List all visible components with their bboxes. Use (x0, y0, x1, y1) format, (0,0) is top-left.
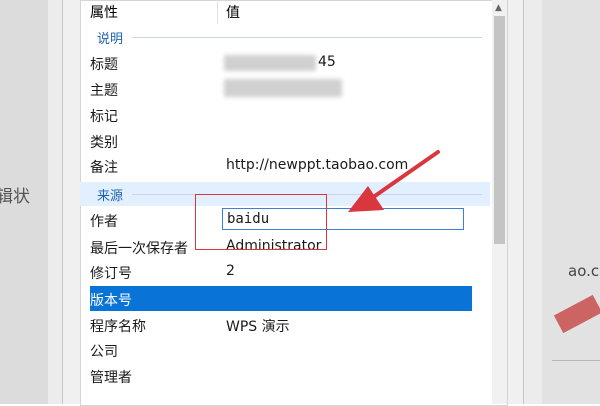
background-right-area (542, 0, 600, 404)
property-name: 备注 (90, 160, 118, 176)
property-value: 45 (318, 54, 336, 70)
property-name: 最后一次保存者 (90, 241, 188, 257)
property-name: 作者 (90, 214, 118, 230)
property-row-comments[interactable]: 备注 http://newppt.taobao.com (90, 153, 472, 178)
property-row-tags[interactable]: 标记 (90, 102, 472, 127)
property-name: 标记 (90, 109, 118, 125)
header-value-column[interactable]: 值 (226, 2, 240, 22)
group-description-line (132, 37, 482, 38)
property-row-revision[interactable]: 修订号 2 (90, 259, 472, 284)
property-value: WPS 演示 (226, 319, 290, 335)
property-row-company[interactable]: 公司 (90, 337, 472, 362)
background-divider (552, 360, 600, 361)
group-origin-label: 来源 (97, 189, 124, 204)
property-name: 类别 (90, 135, 118, 151)
property-value: 2 (226, 263, 235, 279)
header-name-column[interactable]: 属性 (90, 2, 118, 22)
property-name: 版本号 (90, 293, 132, 309)
group-description: 说明 (80, 25, 490, 49)
redacted-value (224, 55, 316, 71)
annotation-highlight-box (195, 194, 327, 250)
property-value: http://newppt.taobao.com (226, 157, 409, 173)
property-row-application[interactable]: 程序名称 WPS 演示 (90, 312, 472, 337)
vertical-scrollbar[interactable]: ▲ (492, 0, 507, 404)
property-name: 管理者 (90, 370, 132, 386)
property-name: 标题 (90, 57, 118, 73)
property-name: 程序名称 (90, 319, 146, 335)
property-row-version-selected[interactable]: 版本号 (90, 286, 472, 311)
property-name: 公司 (90, 344, 118, 360)
property-row-title[interactable]: 标题 45 (90, 50, 472, 75)
list-header: 属性 值 (80, 0, 482, 24)
background-right-text: ao.c (568, 262, 600, 280)
background-left-text: 辑状 (0, 187, 30, 207)
scrollbar-thumb[interactable] (494, 16, 505, 244)
header-divider[interactable] (217, 0, 218, 24)
property-row-subject[interactable]: 主题 (90, 76, 472, 101)
redacted-value (224, 79, 342, 97)
background-left-area: 辑状 (0, 0, 48, 404)
property-name: 修订号 (90, 266, 132, 282)
scroll-up-icon[interactable]: ▲ (495, 3, 502, 13)
property-row-category[interactable]: 类别 (90, 128, 472, 153)
group-description-label: 说明 (97, 32, 124, 47)
property-name: 主题 (90, 83, 118, 99)
property-row-manager[interactable]: 管理者 (90, 363, 472, 388)
